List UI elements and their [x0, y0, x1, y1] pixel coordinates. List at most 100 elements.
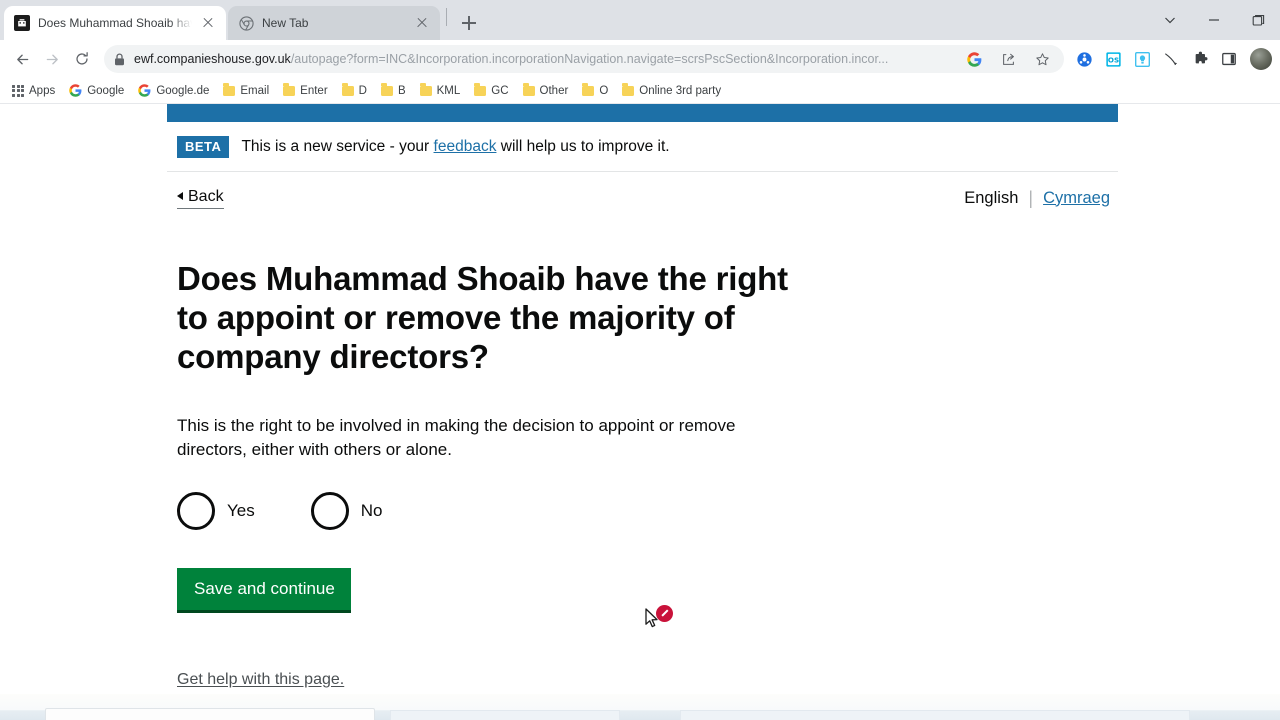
- url-domain: ewf.companieshouse.gov.uk: [134, 52, 291, 66]
- google-icon: [138, 84, 151, 97]
- bookmark-label: Email: [240, 84, 270, 97]
- os-taskbar: [0, 694, 1280, 720]
- bookmark-item-d[interactable]: D: [336, 83, 373, 99]
- tab-close-icon[interactable]: [414, 15, 430, 31]
- tab-title: Does Muhammad Shoaib have t: [38, 16, 192, 30]
- radio-group: Yes No: [177, 491, 1118, 530]
- page-title: Does Muhammad Shoaib have the right to a…: [177, 259, 788, 375]
- back-link-label: Back: [188, 187, 224, 205]
- radio-circle-yes[interactable]: [177, 491, 215, 530]
- browser-toolbar: ewf.companieshouse.gov.uk/autopage?form=…: [0, 40, 1280, 78]
- bookmark-label: Google: [87, 84, 125, 97]
- bookmarks-bar: Apps Google Google.de Email Enter D B KM…: [0, 78, 1280, 104]
- tab-title: New Tab: [262, 16, 309, 30]
- mouse-cursor: [645, 604, 675, 634]
- bulb-extension-icon[interactable]: [1130, 47, 1154, 71]
- share-icon[interactable]: [996, 47, 1020, 71]
- bookmark-item-online-3rd-party[interactable]: Online 3rd party: [616, 83, 727, 99]
- url-path: /autopage?form=INC&Incorporation.incorpo…: [290, 52, 889, 66]
- address-bar[interactable]: ewf.companieshouse.gov.uk/autopage?form=…: [104, 45, 1064, 73]
- bookmark-item-google-de[interactable]: Google.de: [132, 82, 215, 99]
- page-viewport: BETA This is a new service - your feedba…: [0, 104, 1280, 720]
- folder-icon: [341, 83, 354, 96]
- companies-house-favicon-icon: [14, 15, 30, 31]
- back-caret-icon: [177, 192, 183, 201]
- omnibox-actions: [962, 47, 1054, 71]
- folder-icon: [522, 83, 535, 96]
- svg-text:OS: OS: [1107, 55, 1118, 64]
- language-current: English: [964, 188, 1019, 207]
- save-and-continue-button[interactable]: Save and continue: [177, 567, 351, 613]
- google-icon[interactable]: [962, 47, 986, 71]
- bookmark-item-google[interactable]: Google: [63, 82, 130, 99]
- pen-extension-icon[interactable]: [1159, 47, 1183, 71]
- bookmark-item-enter[interactable]: Enter: [277, 83, 334, 99]
- new-tab-button[interactable]: [455, 9, 483, 37]
- browser-tab-new-tab[interactable]: New Tab: [228, 6, 440, 40]
- minimize-icon[interactable]: [1192, 3, 1236, 37]
- back-arrow-icon[interactable]: [8, 45, 36, 73]
- bookmark-label: Apps: [29, 84, 56, 97]
- os-extension-icon[interactable]: OS: [1101, 47, 1125, 71]
- language-switcher: English | Cymraeg: [964, 188, 1118, 209]
- taskbar-window-preview[interactable]: [45, 708, 375, 720]
- phase-banner: BETA This is a new service - your feedba…: [167, 122, 1118, 172]
- avatar[interactable]: [1250, 48, 1272, 70]
- main-content: Does Muhammad Shoaib have the right to a…: [167, 209, 1118, 689]
- language-link-cymraeg[interactable]: Cymraeg: [1043, 189, 1110, 208]
- tab-strip: Does Muhammad Shoaib have t New Tab: [0, 0, 1280, 40]
- back-link[interactable]: Back: [177, 188, 224, 209]
- bookmark-label: KML: [436, 84, 461, 97]
- radio-label-yes: Yes: [227, 500, 255, 520]
- phase-text-after: will help us to improve it.: [496, 137, 670, 155]
- folder-icon: [622, 83, 635, 96]
- feedback-link[interactable]: feedback: [434, 138, 497, 155]
- bookmark-item-o[interactable]: O: [576, 83, 614, 99]
- folder-icon: [223, 83, 236, 96]
- radio-label-no: No: [360, 500, 383, 520]
- status-badge: BETA: [177, 136, 230, 158]
- window-controls: [1148, 0, 1280, 40]
- bookmark-label: O: [599, 84, 609, 97]
- bookmark-star-icon[interactable]: [1030, 47, 1054, 71]
- phase-banner-text: This is a new service - your feedback wi…: [241, 138, 669, 156]
- side-panel-icon[interactable]: [1217, 47, 1241, 71]
- gov-container: BETA This is a new service - your feedba…: [167, 104, 1118, 689]
- folder-icon: [283, 83, 296, 96]
- extension-icons: OS: [1072, 47, 1272, 71]
- bookmark-item-apps[interactable]: Apps: [6, 83, 61, 99]
- hint-text: This is the right to be involved in maki…: [177, 415, 736, 459]
- apps-grid-icon: [12, 84, 24, 97]
- bookmark-item-email[interactable]: Email: [217, 83, 275, 99]
- radio-option-yes[interactable]: Yes: [177, 491, 255, 530]
- url-text: ewf.companieshouse.gov.uk/autopage?form=…: [134, 52, 954, 66]
- gov-header-bar: [167, 104, 1118, 122]
- get-help-link[interactable]: Get help with this page.: [177, 671, 344, 689]
- folder-icon: [380, 83, 393, 96]
- radio-circle-no[interactable]: [310, 491, 349, 530]
- bookmark-item-gc[interactable]: GC: [468, 83, 514, 99]
- blue-circle-extension-icon[interactable]: [1072, 47, 1096, 71]
- folder-icon: [419, 83, 432, 96]
- google-icon: [69, 84, 82, 97]
- taskbar-item[interactable]: [680, 710, 1190, 720]
- reload-icon[interactable]: [68, 45, 96, 73]
- forward-arrow-icon: [38, 45, 66, 73]
- language-separator: |: [1028, 187, 1034, 208]
- taskbar-item[interactable]: [390, 710, 620, 720]
- chevron-down-icon[interactable]: [1148, 3, 1192, 37]
- radio-option-no[interactable]: No: [310, 491, 383, 530]
- maximize-icon[interactable]: [1236, 3, 1280, 37]
- bookmark-item-kml[interactable]: KML: [414, 83, 467, 99]
- bookmark-label: D: [358, 84, 367, 97]
- chrome-favicon-icon: [238, 15, 254, 31]
- bookmark-label: Enter: [300, 84, 328, 97]
- browser-tab-active[interactable]: Does Muhammad Shoaib have t: [4, 6, 226, 40]
- phase-text-before: This is a new service - your: [241, 137, 434, 155]
- bookmark-label: GC: [491, 84, 509, 97]
- bookmark-item-b[interactable]: B: [375, 83, 412, 99]
- puzzle-extensions-icon[interactable]: [1188, 47, 1212, 71]
- bookmark-item-other[interactable]: Other: [517, 83, 575, 99]
- folder-icon: [582, 83, 595, 96]
- tab-close-icon[interactable]: [200, 15, 216, 31]
